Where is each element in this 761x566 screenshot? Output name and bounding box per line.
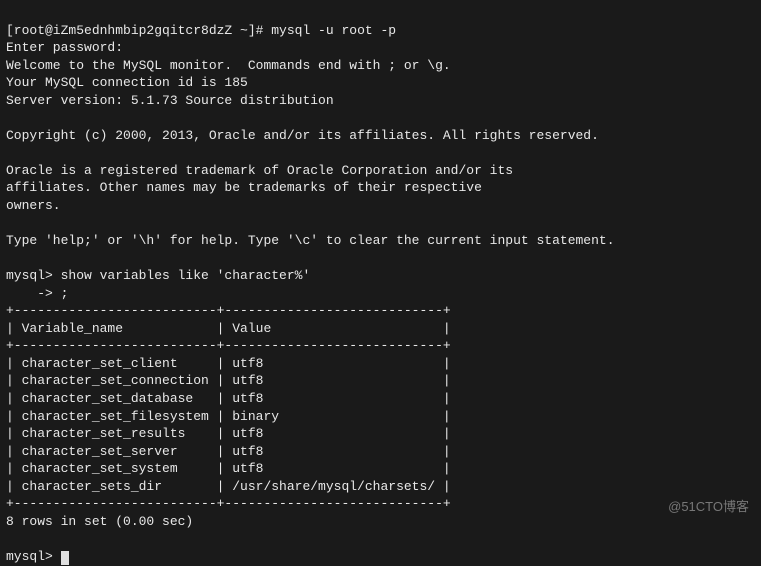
table-header: | Variable_name | Value | [6, 321, 451, 336]
mysql-continuation-prompt: -> [6, 286, 61, 301]
table-border-top: +--------------------------+------------… [6, 303, 451, 318]
table-row: | character_sets_dir | /usr/share/mysql/… [6, 479, 451, 494]
cursor[interactable] [61, 551, 69, 565]
terminal-output[interactable]: [root@iZm5ednhmbip2gqitcr8dzZ ~]# mysql … [6, 4, 755, 566]
enter-password-line: Enter password: [6, 40, 123, 55]
help-line: Type 'help;' or '\h' for help. Type '\c'… [6, 233, 615, 248]
server-version-line: Server version: 5.1.73 Source distributi… [6, 93, 334, 108]
table-row: | character_set_client | utf8 | [6, 356, 451, 371]
copyright-line: Copyright (c) 2000, 2013, Oracle and/or … [6, 128, 599, 143]
connection-id-line: Your MySQL connection id is 185 [6, 75, 248, 90]
shell-prompt: [root@iZm5ednhmbip2gqitcr8dzZ ~]# [6, 23, 271, 38]
mysql-prompt-current: mysql> [6, 549, 61, 564]
table-row: | character_set_filesystem | binary | [6, 409, 451, 424]
table-border-mid: +--------------------------+------------… [6, 338, 451, 353]
shell-command: mysql -u root -p [271, 23, 396, 38]
result-summary: 8 rows in set (0.00 sec) [6, 514, 193, 529]
trademark-line-2: affiliates. Other names may be trademark… [6, 180, 482, 195]
table-row: | character_set_connection | utf8 | [6, 373, 451, 388]
query-terminator: ; [61, 286, 69, 301]
table-row: | character_set_system | utf8 | [6, 461, 451, 476]
table-border-bottom: +--------------------------+------------… [6, 496, 451, 511]
welcome-line: Welcome to the MySQL monitor. Commands e… [6, 58, 451, 73]
query-text: show variables like 'character%' [61, 268, 311, 283]
watermark: @51CTO博客 [668, 498, 749, 516]
mysql-prompt: mysql> [6, 268, 61, 283]
table-row: | character_set_results | utf8 | [6, 426, 451, 441]
table-row: | character_set_database | utf8 | [6, 391, 451, 406]
trademark-line-3: owners. [6, 198, 61, 213]
table-row: | character_set_server | utf8 | [6, 444, 451, 459]
trademark-line-1: Oracle is a registered trademark of Orac… [6, 163, 513, 178]
